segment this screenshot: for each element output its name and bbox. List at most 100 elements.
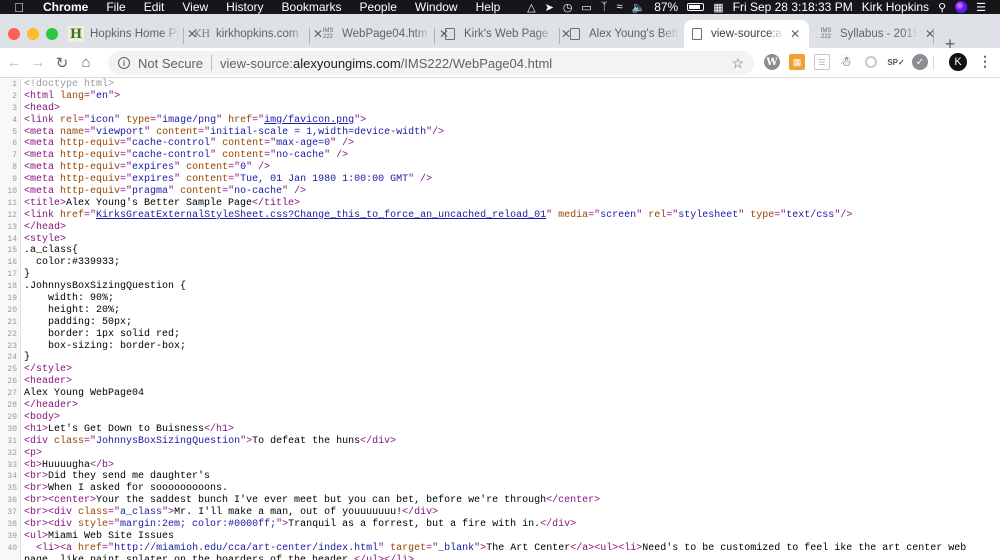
- line-number: 19: [7, 294, 17, 304]
- airplay-icon[interactable]: ▭: [581, 1, 591, 14]
- source-line: 11 <title>Alex Young's Better Sample Page…: [0, 198, 1000, 210]
- apple-menu-icon[interactable]: : [4, 0, 34, 15]
- toolbar-divider: [933, 56, 934, 70]
- line-code: <br><center>Your the saddest bunch I've …: [24, 495, 601, 507]
- extension-reader-icon[interactable]: ☰: [814, 54, 830, 70]
- url-path: /IMS222/WebPage04.html: [400, 55, 553, 71]
- reload-button[interactable]: ↻: [50, 54, 74, 72]
- line-code: width: 90%;: [24, 293, 115, 305]
- clock[interactable]: Fri Sep 28 3:18:33 PM: [733, 0, 853, 14]
- minimize-window-button[interactable]: [27, 28, 39, 40]
- chrome-menu-icon[interactable]: ⋮: [978, 53, 992, 70]
- source-line: 5 <meta name="viewport" content="initial-…: [0, 127, 1000, 139]
- tab-divider: [559, 28, 560, 44]
- source-line: 2 <html lang="en">: [0, 91, 1000, 103]
- line-number: 35: [7, 484, 17, 494]
- profile-avatar[interactable]: K: [949, 53, 967, 71]
- line-code: <meta http-equiv="expires" content="0" /…: [24, 162, 271, 174]
- address-bar[interactable]: i Not Secure view-source: alexyoungims.co…: [108, 51, 754, 75]
- bluetooth-icon[interactable]: ᛉ: [601, 1, 608, 13]
- source-line: 37 <br><div class="a_class">Mr. I'll make…: [0, 507, 1000, 519]
- tab-view-source[interactable]: view-source:alexyoungims.com/IMS222/WebP…: [684, 20, 809, 48]
- line-number: 2: [12, 91, 17, 101]
- line-code: <html lang="en">: [24, 90, 121, 102]
- source-line: 9 <meta http-equiv="expires" content="Tue…: [0, 174, 1000, 186]
- menu-people[interactable]: People: [351, 0, 406, 14]
- tab-kirkhopkins[interactable]: KH kirkhopkins.com ✕: [186, 20, 332, 48]
- info-icon[interactable]: i: [118, 57, 130, 69]
- menu-help[interactable]: Help: [467, 0, 510, 14]
- source-line: 18 .JohnnysBoxSizingQuestion {: [0, 281, 1000, 293]
- line-code: page, like paint splater on the boarders…: [21, 555, 414, 560]
- line-code: box-sizing: border-box;: [24, 340, 187, 352]
- tab-hopkins-home[interactable]: H Hopkins Home Page ✕: [60, 20, 206, 48]
- source-line: 1 <!doctype html>: [0, 79, 1000, 91]
- wifi-icon[interactable]: ≈: [616, 1, 622, 13]
- favicon-kh-icon: KH: [193, 28, 211, 40]
- google-drive-icon[interactable]: △: [527, 1, 535, 14]
- back-button[interactable]: ←: [2, 54, 26, 71]
- document-icon: [570, 28, 580, 40]
- time-machine-icon[interactable]: ◷: [563, 1, 573, 14]
- line-number: 21: [7, 317, 17, 327]
- input-source-icon[interactable]: ▦: [713, 1, 723, 14]
- line-number: [0, 555, 21, 560]
- menu-bookmarks[interactable]: Bookmarks: [273, 0, 351, 14]
- close-tab-icon[interactable]: ✕: [924, 27, 936, 41]
- source-line: 25 </style>: [0, 364, 1000, 376]
- line-number: 32: [7, 448, 17, 458]
- siri-icon[interactable]: [955, 1, 968, 13]
- tab-title: Hopkins Home Page: [90, 28, 180, 40]
- spotlight-search-icon[interactable]: ⚲: [938, 1, 946, 14]
- close-window-button[interactable]: [8, 28, 20, 40]
- bookmark-star-icon[interactable]: ☆: [731, 55, 744, 72]
- extension-ring-icon[interactable]: [865, 56, 877, 68]
- notification-center-icon[interactable]: ☰: [976, 1, 986, 14]
- line-code: height: 20%;: [24, 304, 121, 316]
- menu-chrome[interactable]: Chrome: [34, 0, 97, 14]
- user-name[interactable]: Kirk Hopkins: [862, 0, 929, 14]
- source-line: 12 <link href="KirksGreatExternalStyleShe…: [0, 210, 1000, 222]
- line-number: 4: [12, 115, 17, 125]
- source-line: 26 <header>: [0, 376, 1000, 388]
- extension-ghost-icon[interactable]: ☃: [838, 54, 854, 70]
- source-line: 8 <meta http-equiv="expires" content="0" …: [0, 162, 1000, 174]
- close-tab-icon[interactable]: ✕: [789, 27, 801, 41]
- line-code: <div class="JohnnysBoxSizingQuestion">To…: [24, 435, 397, 447]
- tab-syllabus[interactable]: IMS 222 Syllabus - 20191 ✕: [810, 20, 944, 48]
- forward-button[interactable]: →: [26, 54, 50, 71]
- volume-icon[interactable]: 🔈: [631, 1, 645, 14]
- line-code: Alex Young WebPage04: [24, 388, 145, 400]
- source-line: 29 <body>: [0, 412, 1000, 424]
- source-lines: 1 <!doctype html> 2 <html lang="en"> 3 <head>…: [0, 79, 1000, 560]
- line-code: }: [24, 269, 31, 281]
- source-line: 38 <br><div style="margin:2em; color:#000…: [0, 519, 1000, 531]
- home-button[interactable]: ⌂: [74, 54, 98, 71]
- line-code: <link href="KirksGreatExternalStyleSheet…: [24, 209, 853, 221]
- line-number: 9: [12, 175, 17, 185]
- line-code: border: 1px solid red;: [24, 328, 181, 340]
- line-code: .JohnnysBoxSizingQuestion {: [24, 281, 187, 293]
- line-number: 14: [7, 234, 17, 244]
- battery-icon[interactable]: [687, 3, 705, 11]
- source-line: 13 </head>: [0, 222, 1000, 234]
- menu-window[interactable]: Window: [406, 0, 467, 14]
- line-code: <b>Huuuugha</b>: [24, 459, 115, 471]
- menu-edit[interactable]: Edit: [135, 0, 174, 14]
- menu-view[interactable]: View: [173, 0, 217, 14]
- menu-history[interactable]: History: [217, 0, 272, 14]
- extension-grid-icon[interactable]: ▦: [789, 54, 805, 70]
- source-line: 3 <head>: [0, 103, 1000, 115]
- security-label[interactable]: Not Secure: [138, 56, 203, 71]
- extension-sp-check-icon[interactable]: SP✓: [887, 54, 904, 70]
- source-link[interactable]: img/favicon.png: [264, 115, 354, 126]
- source-line: 31 <div class="JohnnysBoxSizingQuestion">…: [0, 436, 1000, 448]
- extension-w-icon[interactable]: W: [764, 54, 780, 70]
- zoom-window-button[interactable]: [46, 28, 58, 40]
- menu-file[interactable]: File: [97, 0, 134, 14]
- tab-title: WebPage04.htm: [342, 28, 428, 40]
- status-area: △ ➤ ◷ ▭ ᛉ ≈ 🔈 87% ▦ Fri Sep 28 3:18:33 P…: [527, 0, 1000, 14]
- source-link[interactable]: KirksGreatExternalStyleSheet.css?Change_…: [96, 210, 546, 221]
- extension-checkmark-icon[interactable]: ✓: [912, 54, 928, 70]
- source-line: 19 width: 90%;: [0, 293, 1000, 305]
